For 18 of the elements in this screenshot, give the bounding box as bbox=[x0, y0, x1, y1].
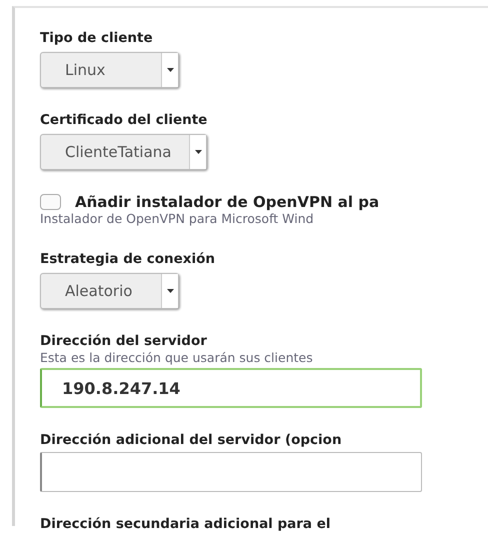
dropdown[interactable]: Linux bbox=[40, 52, 179, 88]
field-label: Dirección del servidor bbox=[40, 332, 207, 350]
field-label: Certificado del cliente bbox=[40, 111, 208, 129]
field-description: Instalador de OpenVPN para Microsoft Wind bbox=[40, 211, 314, 226]
input-field[interactable] bbox=[40, 452, 422, 492]
field-description: Esta es la dirección que usarán sus clientes bbox=[40, 350, 313, 365]
field-label: Estrategia de conexión bbox=[40, 250, 215, 268]
caret-icon bbox=[166, 68, 174, 72]
field-label: Dirección adicional del servidor (opcion bbox=[40, 431, 342, 449]
caret-icon bbox=[194, 150, 202, 154]
input-field[interactable]: 190.8.247.14 bbox=[40, 368, 422, 408]
dropdown[interactable]: ClienteTatiana bbox=[40, 134, 208, 170]
field-label: Dirección secundaria adicional para el bbox=[40, 515, 331, 533]
checkbox-label: Añadir instalador de OpenVPN al pa bbox=[75, 193, 380, 211]
caret-icon bbox=[166, 289, 174, 293]
dropdown[interactable]: Aleatorio bbox=[40, 273, 179, 309]
checkbox[interactable] bbox=[40, 194, 61, 210]
field-label: Tipo de cliente bbox=[40, 29, 153, 47]
